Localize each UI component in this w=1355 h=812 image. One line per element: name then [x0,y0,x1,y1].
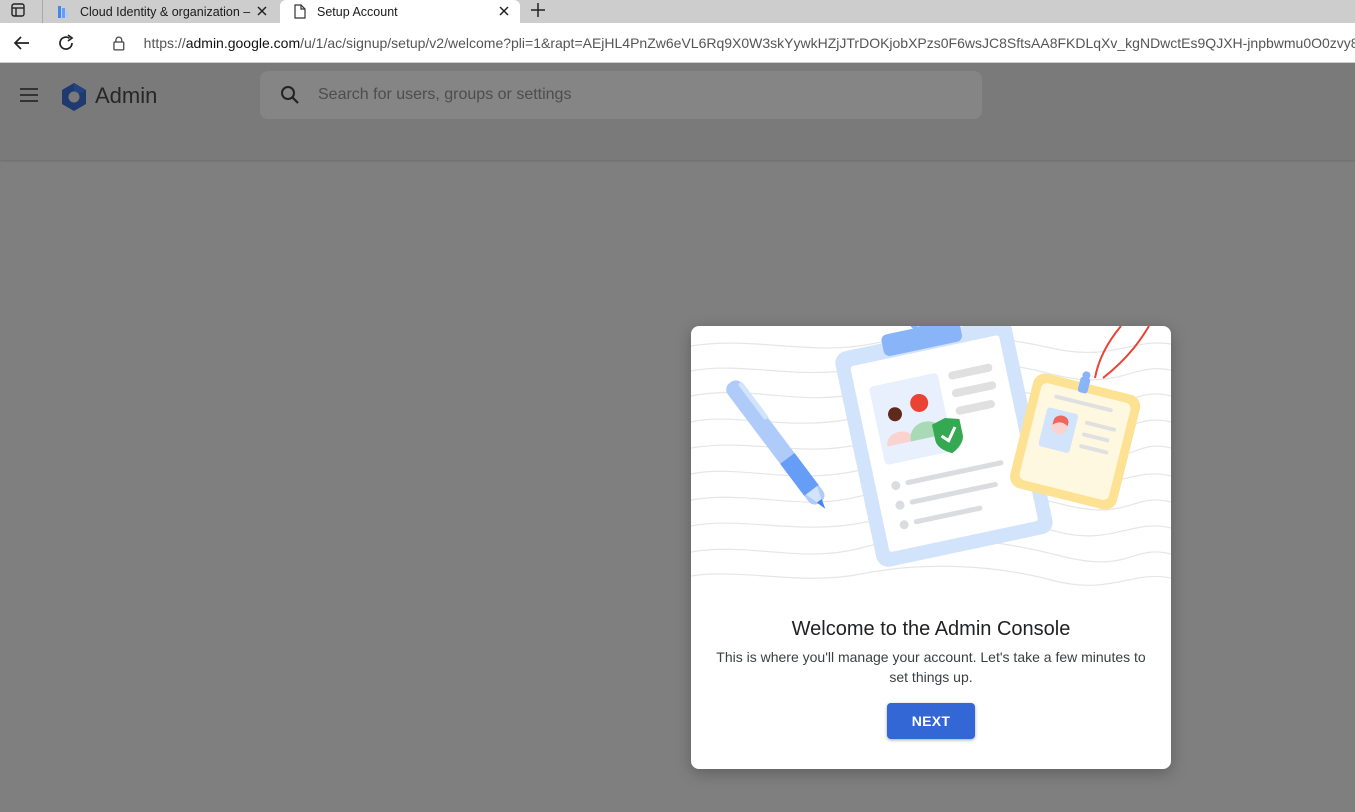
dialog-title: Welcome to the Admin Console [791,618,1071,640]
browser-tab-setup-account[interactable]: Setup Account [280,0,520,23]
next-button[interactable]: NEXT [887,703,975,739]
search-icon [281,86,299,104]
browser-tab-strip: Cloud Identity & organization – Setup Ac… [0,0,1355,23]
browser-toolbar: https://admin.google.com/u/1/ac/signup/s… [0,23,1355,63]
close-tab-icon[interactable] [496,3,512,19]
welcome-illustration [691,326,1171,586]
browser-tab-cloud-identity[interactable]: Cloud Identity & organization – [42,0,278,23]
tab-title: Cloud Identity & organization – [80,4,251,19]
close-tab-icon[interactable] [254,3,270,19]
dialog-body: This is where you'll manage your account… [716,649,1146,685]
page-icon [293,4,307,20]
hamburger-menu-icon[interactable] [18,85,42,105]
url-text: https://admin.google.com/u/1/ac/signup/s… [144,35,1355,51]
search-box[interactable] [260,71,982,119]
admin-brand-title: Admin [95,83,158,108]
new-tab-icon[interactable] [528,0,548,20]
address-bar[interactable]: https://admin.google.com/u/1/ac/signup/s… [96,27,1355,59]
lock-icon[interactable] [111,35,127,51]
cloud-identity-icon [56,4,70,20]
admin-header: Admin [0,63,1355,160]
reload-icon[interactable] [55,32,77,54]
tab-actions-icon[interactable] [9,1,27,19]
welcome-dialog: Welcome to the Admin Console This is whe… [691,326,1171,769]
url-path: /u/1/ac/signup/setup/v2/welcome?pli=1&ra… [300,35,1355,51]
back-arrow-icon[interactable] [11,32,33,54]
url-scheme: https:// [143,35,186,51]
admin-logo-icon [62,83,86,111]
tab-title: Setup Account [317,4,398,19]
url-host: admin.google.com [185,35,301,51]
search-input[interactable] [318,86,918,104]
